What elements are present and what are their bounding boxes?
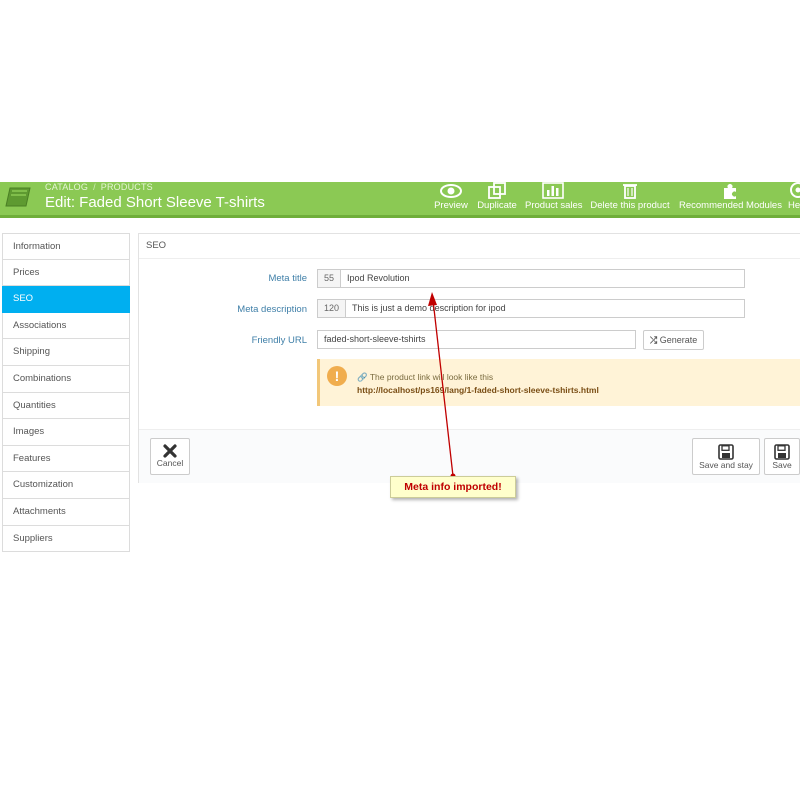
breadcrumb: CATALOG / PRODUCTS — [45, 182, 153, 192]
product-link-alert: ! 🔗 The product link will look like this… — [317, 359, 800, 406]
sidebar-item-information[interactable]: Information — [2, 233, 130, 260]
catalog-book-icon — [5, 187, 31, 207]
trash-icon — [623, 184, 637, 199]
sidebar-item-attachments[interactable]: Attachments — [2, 498, 130, 526]
duplicate-button[interactable]: Duplicate — [476, 182, 518, 215]
close-icon — [163, 444, 177, 458]
annotation-callout: Meta info imported! — [390, 476, 516, 498]
panel-footer: Cancel Save and stay Save — [139, 429, 800, 483]
recommended-modules-button[interactable]: Recommended Modules — [679, 182, 782, 215]
puzzle-icon — [723, 184, 736, 199]
cancel-button[interactable]: Cancel — [150, 438, 190, 475]
recommended-modules-label: Recommended Modules — [679, 200, 782, 211]
product-sales-button[interactable]: Product sales — [525, 182, 583, 215]
product-sales-label: Product sales — [525, 200, 583, 211]
sidebar-item-quantities[interactable]: Quantities — [2, 392, 130, 420]
shuffle-icon: ⤮ — [650, 335, 658, 345]
delete-product-label: Delete this product — [590, 200, 670, 211]
duplicate-label: Duplicate — [477, 200, 517, 211]
meta-description-field[interactable]: 120 This is just a demo description for … — [317, 299, 745, 318]
meta-description-label: Meta description — [237, 304, 307, 315]
preview-button[interactable]: Preview — [433, 182, 469, 215]
friendly-url-input[interactable]: faded-short-sleeve-tshirts — [318, 331, 426, 348]
page-header: CATALOG / PRODUCTS Edit: Faded Short Sleev… — [0, 182, 800, 218]
save-disk-icon — [774, 444, 790, 460]
sidebar-item-shipping[interactable]: Shipping — [2, 339, 130, 366]
alert-text: The product link will look like this — [369, 372, 494, 382]
meta-title-counter: 55 — [318, 270, 342, 287]
sidebar-item-features[interactable]: Features — [2, 445, 130, 473]
breadcrumb-separator: / — [93, 182, 96, 192]
sidebar-item-images[interactable]: Images — [2, 419, 130, 446]
sidebar-item-associations[interactable]: Associations — [2, 312, 130, 340]
save-disk-icon — [718, 444, 734, 460]
panel-heading: SEO — [139, 234, 800, 259]
sidebar-item-combinations[interactable]: Combinations — [2, 365, 130, 393]
link-icon: 🔗 — [357, 372, 368, 382]
save-and-stay-label: Save and stay — [699, 460, 753, 470]
meta-description-input[interactable]: This is just a demo description for ipod — [346, 300, 506, 317]
help-button[interactable]: He — [788, 182, 800, 215]
friendly-url-field[interactable]: faded-short-sleeve-tshirts — [317, 330, 636, 349]
product-tabs-sidebar: Information Prices SEO Associations Ship… — [2, 233, 130, 553]
sidebar-item-seo[interactable]: SEO — [2, 286, 130, 313]
help-label: He — [788, 200, 800, 211]
help-icon — [790, 182, 800, 198]
seo-panel: SEO Meta title 55 Ipod Revolution Meta d… — [138, 233, 800, 483]
cancel-label: Cancel — [156, 458, 184, 468]
sidebar-item-customization[interactable]: Customization — [2, 472, 130, 499]
breadcrumb-catalog[interactable]: CATALOG — [45, 182, 88, 192]
breadcrumb-products[interactable]: PRODUCTS — [101, 182, 153, 192]
meta-description-counter: 120 — [318, 300, 347, 317]
save-button[interactable]: Save — [764, 438, 800, 475]
meta-title-label: Meta title — [268, 273, 307, 284]
delete-product-button[interactable]: Delete this product — [590, 182, 670, 215]
generate-label: Generate — [659, 335, 698, 345]
page-title: Edit: Faded Short Sleeve T-shirts — [45, 194, 265, 211]
meta-title-field[interactable]: 55 Ipod Revolution — [317, 269, 745, 288]
sidebar-item-prices[interactable]: Prices — [2, 259, 130, 287]
duplicate-icon — [488, 182, 506, 199]
preview-label: Preview — [434, 200, 468, 211]
warning-icon: ! — [327, 366, 347, 386]
save-label: Save — [772, 460, 792, 470]
meta-title-input[interactable]: Ipod Revolution — [341, 270, 410, 287]
save-and-stay-button[interactable]: Save and stay — [692, 438, 760, 475]
generate-button[interactable]: ⤮ Generate — [643, 330, 705, 350]
product-link-url[interactable]: http://localhost/ps169/lang/1-faded-shor… — [357, 385, 599, 395]
friendly-url-label: Friendly URL — [251, 335, 307, 346]
eye-icon — [440, 184, 462, 198]
sidebar-item-suppliers[interactable]: Suppliers — [2, 525, 130, 553]
bar-chart-icon — [542, 182, 564, 199]
alert-message: 🔗 The product link will look like this — [357, 372, 493, 383]
